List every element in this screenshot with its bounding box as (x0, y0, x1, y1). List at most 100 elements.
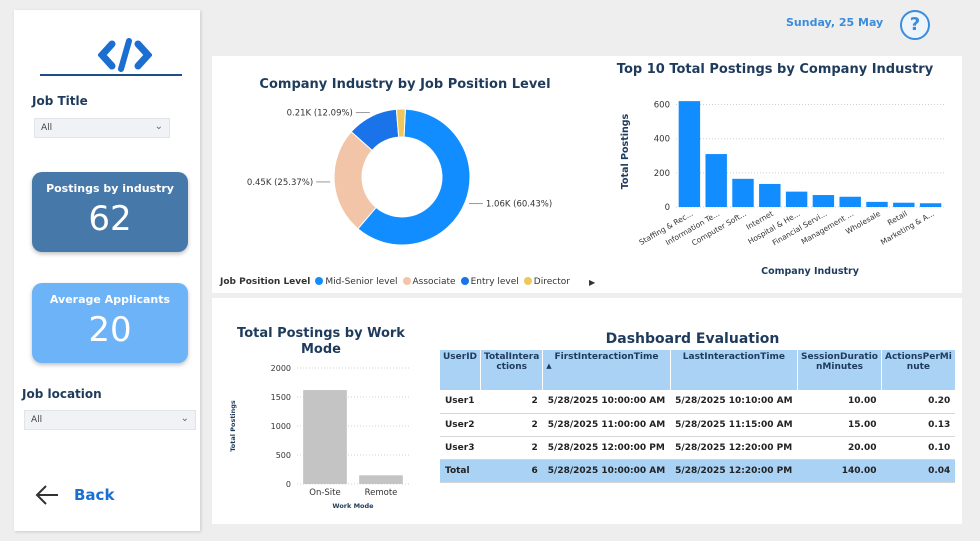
donut-data-label: 0.45K (25.37%) (247, 178, 313, 188)
table-cell: 0.20 (881, 390, 956, 414)
y-tick-label: 2000 (271, 364, 291, 373)
y-tick-label: 600 (654, 101, 670, 111)
arrow-left-icon (35, 485, 58, 505)
bar (759, 183, 781, 207)
col-header[interactable]: TotalIntera ctions (480, 350, 544, 390)
job-title-label: Job Title (32, 94, 88, 108)
x-tick-label: Remote (365, 488, 398, 498)
table-cell: 2 (480, 390, 543, 414)
kpi-average-applicants: Average Applicants 20 (32, 283, 188, 363)
industry-bar-chart: 0200400600Staffing & Rec...Information T… (620, 101, 944, 277)
table-cell: 10.00 (797, 390, 882, 414)
legend-item-associate[interactable]: Associate (402, 277, 456, 287)
donut-data-label: 1.06K (60.43%) (486, 200, 552, 210)
table-cell: 0.13 (881, 413, 956, 437)
table-cell: 140.00 (797, 459, 882, 483)
legend-item-director[interactable]: Director (523, 277, 570, 287)
logo-icon (98, 38, 152, 72)
donut-legend: Job Position Level Mid-Senior level Asso… (220, 277, 595, 287)
table-cell: 5/28/2025 12:00:00 PM (542, 436, 671, 460)
bar (785, 191, 808, 207)
y-axis-label: Total Postings (229, 400, 237, 452)
y-tick-label: 0 (286, 480, 291, 489)
table-cell: User3 (440, 436, 481, 460)
y-tick-label: 1500 (271, 393, 291, 402)
table-cell: 20.00 (797, 436, 882, 460)
job-location-value: All (31, 415, 43, 425)
table-cell: User1 (440, 390, 481, 414)
help-button[interactable]: ? (900, 10, 930, 40)
table-row[interactable]: User3 2 5/28/2025 12:00:00 PM 5/28/2025 12:… (440, 436, 956, 460)
bar (866, 201, 888, 207)
table-cell: 15.00 (797, 413, 882, 437)
donut-chart: 1.06K (60.43%) 0.45K (25.37%) 0.21K (12.09… (247, 108, 552, 246)
industry-chart-title: Top 10 Total Postings by Company Industr… (616, 62, 934, 77)
y-tick-label: 400 (654, 135, 670, 145)
legend-label: Entry level (470, 277, 519, 287)
table-cell: 5/28/2025 10:00:00 AM (542, 459, 671, 483)
kpi-industry-value: 62 (88, 199, 132, 239)
workmode-bar-chart: 0 500 1000 1500 2000 On-Site Remote Work Mode To… (229, 364, 409, 510)
back-button[interactable]: Back (34, 484, 114, 506)
donut-title: Company Industry by Job Position Level (259, 77, 551, 92)
bar (732, 178, 754, 207)
x-axis-label: Work Mode (332, 502, 374, 510)
col-header[interactable]: SessionDuratio nMinutes (797, 350, 882, 390)
x-axis-label: Company Industry (761, 266, 860, 277)
job-location-label: Job location (22, 387, 102, 401)
sort-asc-icon: ▲ (546, 362, 552, 370)
legend-dot (315, 277, 324, 285)
col-header[interactable]: UserID (440, 350, 482, 390)
kpi-applicants-value: 20 (88, 310, 132, 350)
table-cell: 5/28/2025 11:15:00 AM (670, 413, 798, 437)
chevron-down-icon: ⌄ (180, 413, 189, 424)
donut-data-label: 0.21K (12.09%) (287, 109, 353, 119)
bar (919, 203, 942, 207)
job-title-value: All (41, 123, 53, 133)
legend-item-mid-senior[interactable]: Mid-Senior level (315, 277, 398, 287)
legend-label: Associate (412, 277, 456, 287)
table-title: Dashboard Evaluation (605, 331, 780, 347)
kpi-postings-by-industry: Postings by industry 62 (32, 172, 188, 252)
table-cell: 5/28/2025 11:00:00 AM (542, 413, 671, 437)
back-label: Back (74, 486, 115, 504)
table-cell: Total (440, 459, 481, 483)
legend-label: Director (533, 277, 570, 287)
table-cell: 5/28/2025 10:10:00 AM (670, 390, 798, 414)
legend-item-entry-level[interactable]: Entry level (460, 277, 519, 287)
legend-dot (460, 277, 469, 285)
legend-label: Mid-Senior level (325, 277, 398, 287)
col-header[interactable]: LastInteractionTime (670, 350, 799, 390)
y-tick-label: 500 (276, 451, 291, 460)
bar (839, 196, 861, 207)
y-axis-label: Total Postings (620, 113, 631, 189)
table-row[interactable]: User1 2 5/28/2025 10:00:00 AM 5/28/2025 10:… (440, 390, 956, 414)
table-cell: 2 (480, 413, 543, 437)
col-header-label: FirstInteractionTime (554, 352, 659, 362)
bar (893, 202, 915, 207)
job-title-dropdown[interactable]: All ⌄ (34, 118, 170, 138)
table-cell: 0.10 (881, 436, 956, 460)
table-cell: User2 (440, 413, 481, 437)
table-total-row[interactable]: Total 6 5/28/2025 10:00:00 AM 5/28/2025 12:… (440, 459, 956, 483)
bar (678, 101, 701, 207)
evaluation-table: UserID TotalIntera ctions FirstInteracti… (440, 350, 956, 483)
sidebar-panel: Job Title All ⌄ Postings by industry 62 … (14, 10, 200, 531)
bar (812, 195, 835, 207)
table-cell: 0.04 (881, 459, 956, 483)
job-location-dropdown[interactable]: All ⌄ (24, 410, 196, 430)
table-row[interactable]: User2 2 5/28/2025 11:00:00 AM 5/28/2025 11:… (440, 413, 956, 437)
table-cell: 5/28/2025 10:00:00 AM (542, 390, 671, 414)
col-header[interactable]: FirstInteractionTime ▲ (542, 350, 671, 390)
kpi-industry-label: Postings by industry (46, 182, 174, 195)
legend-title: Job Position Level (220, 277, 311, 287)
chevron-down-icon: ⌄ (154, 121, 163, 132)
legend-dot (402, 277, 411, 285)
table-cell: 5/28/2025 12:20:00 PM (670, 436, 798, 460)
bar (359, 475, 403, 484)
legend-next-icon[interactable]: ▶ (589, 278, 595, 287)
table-cell: 2 (480, 436, 543, 460)
x-tick-label: On-Site (309, 488, 340, 498)
table-header-row: UserID TotalIntera ctions FirstInteracti… (440, 350, 956, 390)
col-header[interactable]: ActionsPerMi nute (881, 350, 956, 390)
